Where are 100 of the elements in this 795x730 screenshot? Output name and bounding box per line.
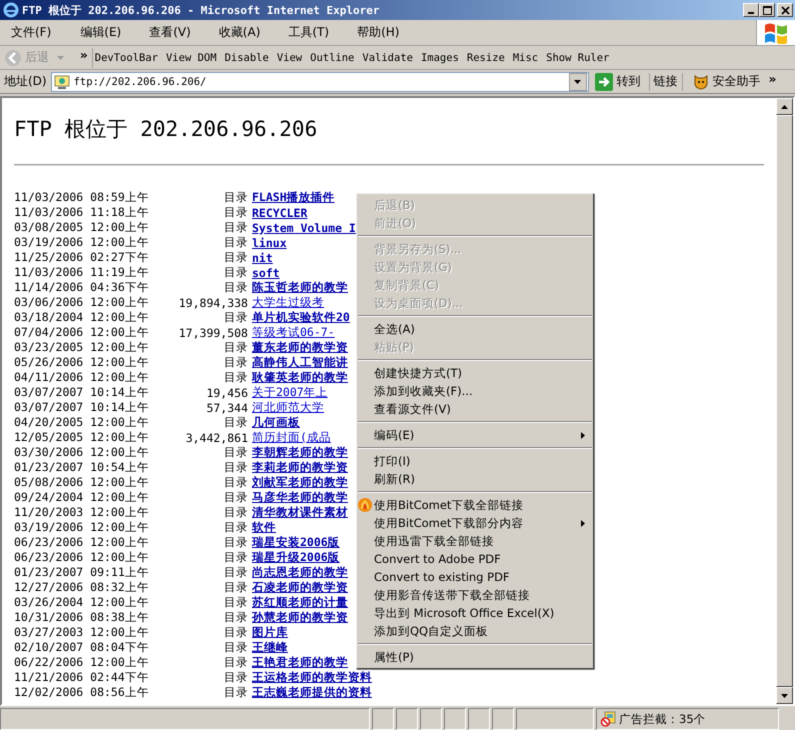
directory-label: 目录 — [223, 595, 248, 610]
folder-link[interactable]: linux — [252, 236, 287, 250]
directory-label: 目录 — [223, 640, 248, 655]
file-date: 07/04/2006 12:00上午 — [14, 325, 150, 340]
file-link[interactable]: 大学生过级考 — [252, 295, 324, 310]
context-menu-item[interactable]: Convert to existing PDF — [357, 568, 593, 586]
toolbar-link[interactable]: Validate — [362, 52, 413, 64]
helper-button[interactable]: 安全助手 — [688, 73, 765, 90]
toolbar-link[interactable]: View — [276, 52, 302, 64]
scrollbar[interactable] — [776, 98, 793, 704]
maximize-button[interactable] — [759, 3, 775, 17]
folder-link[interactable]: 单片机实验软件20 — [252, 310, 350, 325]
toolbar-link[interactable]: DevToolBar — [94, 52, 158, 64]
file-date: 12/05/2005 12:00上午 — [14, 430, 150, 445]
menu-item[interactable]: 文件(F) — [4, 24, 60, 41]
folder-link[interactable]: 图片库 — [252, 625, 288, 640]
toolbar-link[interactable]: View DOM — [166, 52, 217, 64]
folder-link[interactable]: 王志巍老师提供的资料 — [252, 685, 372, 700]
address-field[interactable]: ftp://202.206.96.206/ — [50, 72, 589, 92]
context-menu-item[interactable]: 打印(I) — [357, 452, 593, 470]
folder-link[interactable]: 陈玉哲老师的教学 — [252, 280, 348, 295]
context-menu-item[interactable]: 使用BitComet下载全部链接 — [357, 496, 593, 514]
minimize-icon — [748, 12, 754, 14]
file-date: 05/08/2006 12:00上午 — [14, 475, 150, 490]
menu-item[interactable]: 收藏(A) — [212, 24, 268, 41]
folder-link[interactable]: 耿肇英老师的教学 — [252, 370, 348, 385]
directory-label: 目录 — [223, 205, 248, 220]
context-menu-item[interactable]: 添加到收藏夹(F)... — [357, 382, 593, 400]
file-link[interactable]: 简历封面(成品 — [252, 430, 331, 445]
directory-label: 目录 — [223, 190, 248, 205]
folder-link[interactable]: 孙慧老师的教学资 — [252, 610, 348, 625]
toolbar-link[interactable]: Images — [420, 52, 459, 64]
file-link[interactable]: 关于2007年上 — [252, 385, 328, 400]
folder-link[interactable]: 软件 — [252, 520, 276, 535]
toolbar-link[interactable]: Outline — [310, 52, 354, 64]
file-link[interactable]: 河北师范大学 — [252, 400, 324, 415]
context-menu-item[interactable]: 使用BitComet下载部分内容 — [357, 514, 593, 532]
file-date: 11/20/2003 12:00上午 — [14, 505, 150, 520]
folder-link[interactable]: 瑞星升级2006版 — [252, 550, 340, 565]
context-menu-item[interactable]: 导出到 Microsoft Office Excel(X) — [357, 604, 593, 622]
context-menu-item[interactable]: 使用迅雷下载全部链接 — [357, 532, 593, 550]
directory-label: 目录 — [223, 490, 248, 505]
context-menu-item[interactable]: 创建快捷方式(T) — [357, 364, 593, 382]
file-date: 03/19/2006 12:00上午 — [14, 235, 150, 250]
folder-link[interactable]: soft — [252, 266, 280, 280]
file-date: 04/11/2006 12:00上午 — [14, 370, 150, 385]
file-link[interactable]: 等级考试06-7- — [252, 325, 335, 340]
links-button[interactable]: 链接 — [654, 73, 678, 90]
folder-link[interactable]: System Volume I — [252, 220, 356, 234]
submenu-arrow-icon — [581, 520, 585, 526]
folder-link[interactable]: 尚志恩老师的教学 — [252, 565, 348, 580]
file-date: 03/26/2004 12:00上午 — [14, 595, 150, 610]
folder-link[interactable]: 王运格老师的教学资料 — [252, 670, 372, 685]
folder-link[interactable]: 高静伟人工智能讲 — [252, 355, 348, 370]
more-chevron[interactable]: » — [764, 72, 780, 86]
folder-link[interactable]: 瑞星安装2006版 — [252, 535, 340, 550]
folder-link[interactable]: 李莉老师的教学资 — [252, 460, 348, 475]
caret-icon — [574, 80, 582, 84]
scroll-down-button[interactable] — [776, 687, 793, 704]
menu-item[interactable]: 编辑(E) — [73, 24, 130, 41]
context-menu-item[interactable]: Convert to Adobe PDF — [357, 550, 593, 568]
toolbar-link[interactable]: Misc — [512, 52, 538, 64]
context-menu-item[interactable]: 查看源文件(V) — [357, 400, 593, 418]
menu-item[interactable]: 工具(T) — [281, 24, 338, 41]
context-menu-item[interactable]: 全选(A) — [357, 320, 593, 338]
close-button[interactable] — [777, 3, 793, 17]
dropdown-button[interactable] — [568, 72, 587, 90]
toolbar-link[interactable]: Resize — [466, 52, 505, 64]
file-date: 03/07/2007 10:14上午 — [14, 385, 150, 400]
folder-link[interactable]: 刘献军老师的教学 — [252, 475, 348, 490]
minimize-button[interactable] — [743, 3, 759, 17]
scroll-up-button[interactable] — [776, 98, 793, 115]
folder-link[interactable]: RECYCLER — [252, 206, 308, 220]
context-menu-item[interactable]: 刷新(R) — [357, 470, 593, 488]
window-title: FTP 根位于 202.206.96.206 - Microsoft Internet Explorer — [22, 2, 381, 18]
folder-link[interactable]: 董东老师的教学资 — [252, 340, 348, 355]
folder-link[interactable]: 清华教材课件素材 — [252, 505, 348, 520]
folder-link[interactable]: 李朝辉老师的教学 — [252, 445, 348, 460]
folder-link[interactable]: FLASH播放插件 — [252, 190, 335, 205]
context-menu-item[interactable]: 使用影音传送带下载全部链接 — [357, 586, 593, 604]
folder-link[interactable]: nit — [252, 250, 273, 264]
folder-link[interactable]: 石凌老师的教学资 — [252, 580, 348, 595]
folder-link[interactable]: 王艳君老师的教学 — [252, 655, 348, 670]
more-chevron[interactable]: » — [76, 48, 92, 62]
context-menu-item[interactable]: 添加到QQ自定义面板 — [357, 622, 593, 640]
toolbar-link[interactable]: Show Ruler — [546, 52, 610, 64]
folder-link[interactable]: 几何画板 — [252, 415, 300, 430]
context-menu-item[interactable]: 编码(E) — [357, 426, 593, 444]
folder-link[interactable]: 马彦华老师的教学 — [252, 490, 348, 505]
toolbar-link[interactable]: Disable — [224, 52, 269, 64]
go-button[interactable]: 转到 — [590, 72, 645, 90]
directory-label: 目录 — [223, 550, 248, 565]
menu-item[interactable]: 查看(V) — [142, 24, 199, 41]
folder-link[interactable]: 苏红顺老师的计量 — [252, 595, 348, 610]
context-menu-item[interactable]: 属性(P) — [357, 648, 593, 666]
menu-item[interactable]: 帮助(H) — [350, 24, 408, 41]
windows-logo-icon — [763, 22, 789, 44]
file-size: 3,442,861 — [184, 430, 248, 444]
folder-link[interactable]: 王继峰 — [252, 640, 288, 655]
directory-label: 目录 — [223, 625, 248, 640]
